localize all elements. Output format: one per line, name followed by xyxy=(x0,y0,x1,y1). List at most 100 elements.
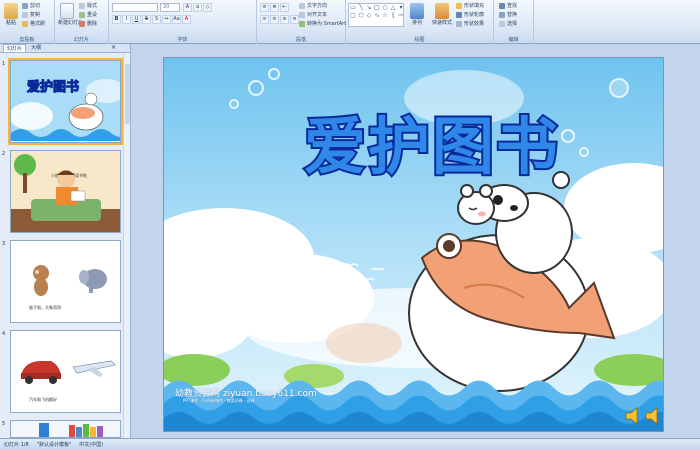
arrange-button[interactable]: 排列 xyxy=(408,3,426,26)
scrollbar-thumb[interactable] xyxy=(125,64,130,124)
font-style-toolbar: B I U S S ↔ Aa A xyxy=(112,15,191,24)
text-direction-icon xyxy=(299,2,305,9)
thumb-title: 爱护图书 xyxy=(27,79,79,95)
close-icon[interactable]: × xyxy=(111,44,116,52)
brush-icon xyxy=(22,20,28,27)
decrease-indent-button[interactable]: ⇤ xyxy=(280,3,289,12)
convert-smartart-button[interactable]: 转换为 SmartArt xyxy=(299,20,346,27)
shape-outline-button[interactable]: 形状轮廓 xyxy=(456,11,484,18)
thumbnail-scrollbar[interactable] xyxy=(123,54,130,438)
slide-thumbnail-2[interactable]: 小朋友，我们读书啦 xyxy=(10,150,121,233)
align-center-button[interactable]: ≡ xyxy=(270,15,279,24)
quick-styles-button[interactable]: 快速样式 xyxy=(430,3,454,26)
tab-outline[interactable]: 大纲 xyxy=(28,44,44,52)
italic-button[interactable]: I xyxy=(122,15,131,24)
clipboard-group-label: 剪贴板 xyxy=(19,37,35,43)
font-color-button[interactable]: A xyxy=(182,15,191,24)
shapes-gallery[interactable]: ▭ ╲ ↘ □ ○ △ ▾ ▢ ⬡ ◇ ∿ ☆ { ⇨ xyxy=(348,3,404,27)
line-shape-icon[interactable]: ╲ xyxy=(357,4,365,12)
slide-thumbnail-5[interactable] xyxy=(10,420,121,438)
new-slide-icon xyxy=(60,3,74,19)
shape-fill-button[interactable]: 形状填充 xyxy=(456,2,484,9)
select-arrow-icon xyxy=(499,20,505,27)
text-direction-button[interactable]: 文字方向 xyxy=(299,2,327,9)
shadow-button[interactable]: S xyxy=(152,15,161,24)
more-shapes-icon[interactable]: ▾ xyxy=(397,4,405,12)
font-name-combo[interactable] xyxy=(112,3,158,12)
format-painter-button[interactable]: 格式刷 xyxy=(22,20,45,27)
thumbnail-number: 1 xyxy=(2,61,6,67)
copy-icon xyxy=(22,11,28,18)
replace-button[interactable]: 替换 xyxy=(499,11,517,18)
triangle-shape-icon[interactable]: △ xyxy=(389,4,397,12)
curve-shape-icon[interactable]: ∿ xyxy=(373,12,381,20)
tab-slides[interactable]: 幻灯片 xyxy=(3,44,27,52)
right-arrow-shape-icon[interactable]: ⇨ xyxy=(397,12,405,20)
case-button[interactable]: Aa xyxy=(172,15,181,24)
numbering-button[interactable]: ≣ xyxy=(270,3,279,12)
font-group: 20 A a ◇ B I U S S ↔ Aa A 字体 xyxy=(109,0,257,44)
slide-counter: 幻灯片 1/8 xyxy=(4,441,29,448)
language-indicator[interactable]: 中文(中国) xyxy=(79,441,103,448)
slide-thumbnail-4[interactable]: 汽车和飞机都好 xyxy=(10,330,121,413)
reset-button[interactable]: 重设 xyxy=(79,11,97,18)
bold-button[interactable]: B xyxy=(112,15,121,24)
delete-icon xyxy=(79,20,85,27)
shape-effects-button[interactable]: 形状效果 xyxy=(456,20,484,27)
clear-format-button[interactable]: ◇ xyxy=(203,3,212,12)
arrow-shape-icon[interactable]: ↘ xyxy=(365,4,373,12)
underline-button[interactable]: U xyxy=(132,15,141,24)
thumb-caption: 猴子和，大象哥哥 xyxy=(29,304,61,310)
rectangle-shape-icon[interactable]: □ xyxy=(373,4,381,12)
align-text-button[interactable]: 对齐文本 xyxy=(299,11,327,18)
justify-button[interactable]: ≡ xyxy=(290,15,299,24)
font-size-combo[interactable]: 20 xyxy=(160,3,180,12)
slides-group: 新建幻灯片 版式 重设 删除 幻灯片 xyxy=(55,0,109,44)
grow-font-button[interactable]: A xyxy=(183,3,192,12)
faded-fish-decoration xyxy=(326,323,402,363)
find-button[interactable]: 查找 xyxy=(499,2,517,9)
cut-button[interactable]: 剪切 xyxy=(22,2,40,9)
hexagon-shape-icon[interactable]: ⬡ xyxy=(357,12,365,20)
slide-thumbnail-3[interactable]: 猴子和，大象哥哥 xyxy=(10,240,121,323)
diamond-shape-icon[interactable]: ◇ xyxy=(365,12,373,20)
effects-icon xyxy=(456,20,462,27)
slide-canvas: 爱护图书 xyxy=(164,58,663,431)
quick-styles-icon xyxy=(435,3,449,19)
ribbon: 粘贴 剪切 复制 格式刷 剪贴板 新建幻灯片 版式 重设 删除 幻灯片 20 A… xyxy=(0,0,700,44)
pane-tabs: 幻灯片 大纲 × xyxy=(0,44,130,53)
slide-title[interactable]: 爱护图书 xyxy=(302,108,560,185)
slide-thumbnail-1[interactable]: 爱护图书 xyxy=(8,58,123,145)
new-slide-button[interactable]: 新建幻灯片 xyxy=(58,3,83,26)
layout-button[interactable]: 版式 xyxy=(79,2,97,9)
textbox-shape-icon[interactable]: ▭ xyxy=(349,4,357,12)
rounded-rect-shape-icon[interactable]: ▢ xyxy=(349,12,357,20)
select-button[interactable]: 选择 xyxy=(499,20,517,27)
current-slide[interactable]: 爱护图书 xyxy=(163,57,664,432)
outline-pen-icon xyxy=(456,11,462,18)
star-shape-icon[interactable]: ☆ xyxy=(381,12,389,20)
layout-icon xyxy=(79,2,85,9)
paste-button[interactable]: 粘贴 xyxy=(2,3,20,26)
fill-bucket-icon xyxy=(456,2,462,9)
thumbnail-number: 2 xyxy=(2,151,6,157)
slides-pane: 幻灯片 大纲 × 1 爱护图书 2 小朋友，我们读书啦 xyxy=(0,44,131,438)
copy-button[interactable]: 复制 xyxy=(22,11,40,18)
align-text-icon xyxy=(299,11,305,18)
thumbnail-number: 3 xyxy=(2,241,6,247)
strikethrough-button[interactable]: S xyxy=(142,15,151,24)
reset-icon xyxy=(79,11,85,18)
bullets-button[interactable]: ≡ xyxy=(260,3,269,12)
align-right-button[interactable]: ≡ xyxy=(280,15,289,24)
editing-group-label: 编辑 xyxy=(508,37,519,43)
list-toolbar: ≡ ≣ ⇤ xyxy=(260,3,289,12)
brace-shape-icon[interactable]: { xyxy=(389,12,397,20)
oval-shape-icon[interactable]: ○ xyxy=(381,4,389,12)
spacing-button[interactable]: ↔ xyxy=(162,15,171,24)
shrink-font-button[interactable]: a xyxy=(193,3,202,12)
delete-slide-button[interactable]: 删除 xyxy=(79,20,97,27)
font-group-label: 字体 xyxy=(177,37,188,43)
status-bar: 幻灯片 1/8 "默认设计模板" 中文(中国) xyxy=(0,438,700,449)
replace-icon xyxy=(499,11,505,18)
align-left-button[interactable]: ≡ xyxy=(260,15,269,24)
